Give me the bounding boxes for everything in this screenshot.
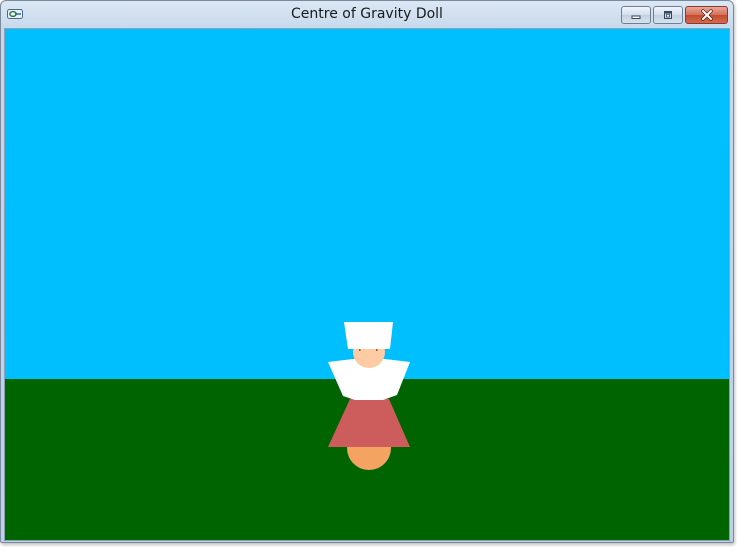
close-button[interactable] [685,6,728,24]
minimize-icon [631,15,641,19]
maximize-icon [664,11,672,19]
application-window: Centre of Gravity Doll [0,0,734,543]
window-controls [621,6,728,24]
title-bar[interactable]: Centre of Gravity Doll [1,1,733,29]
maximize-button[interactable] [653,6,683,24]
canvas-area[interactable] [4,28,730,541]
doll-eye-left [359,349,361,351]
doll-skirt [328,399,410,447]
doll-eye-right [376,349,378,351]
close-icon [700,9,713,21]
minimize-button[interactable] [621,6,651,24]
doll-bonnet [344,322,393,349]
doll[interactable] [323,319,415,474]
